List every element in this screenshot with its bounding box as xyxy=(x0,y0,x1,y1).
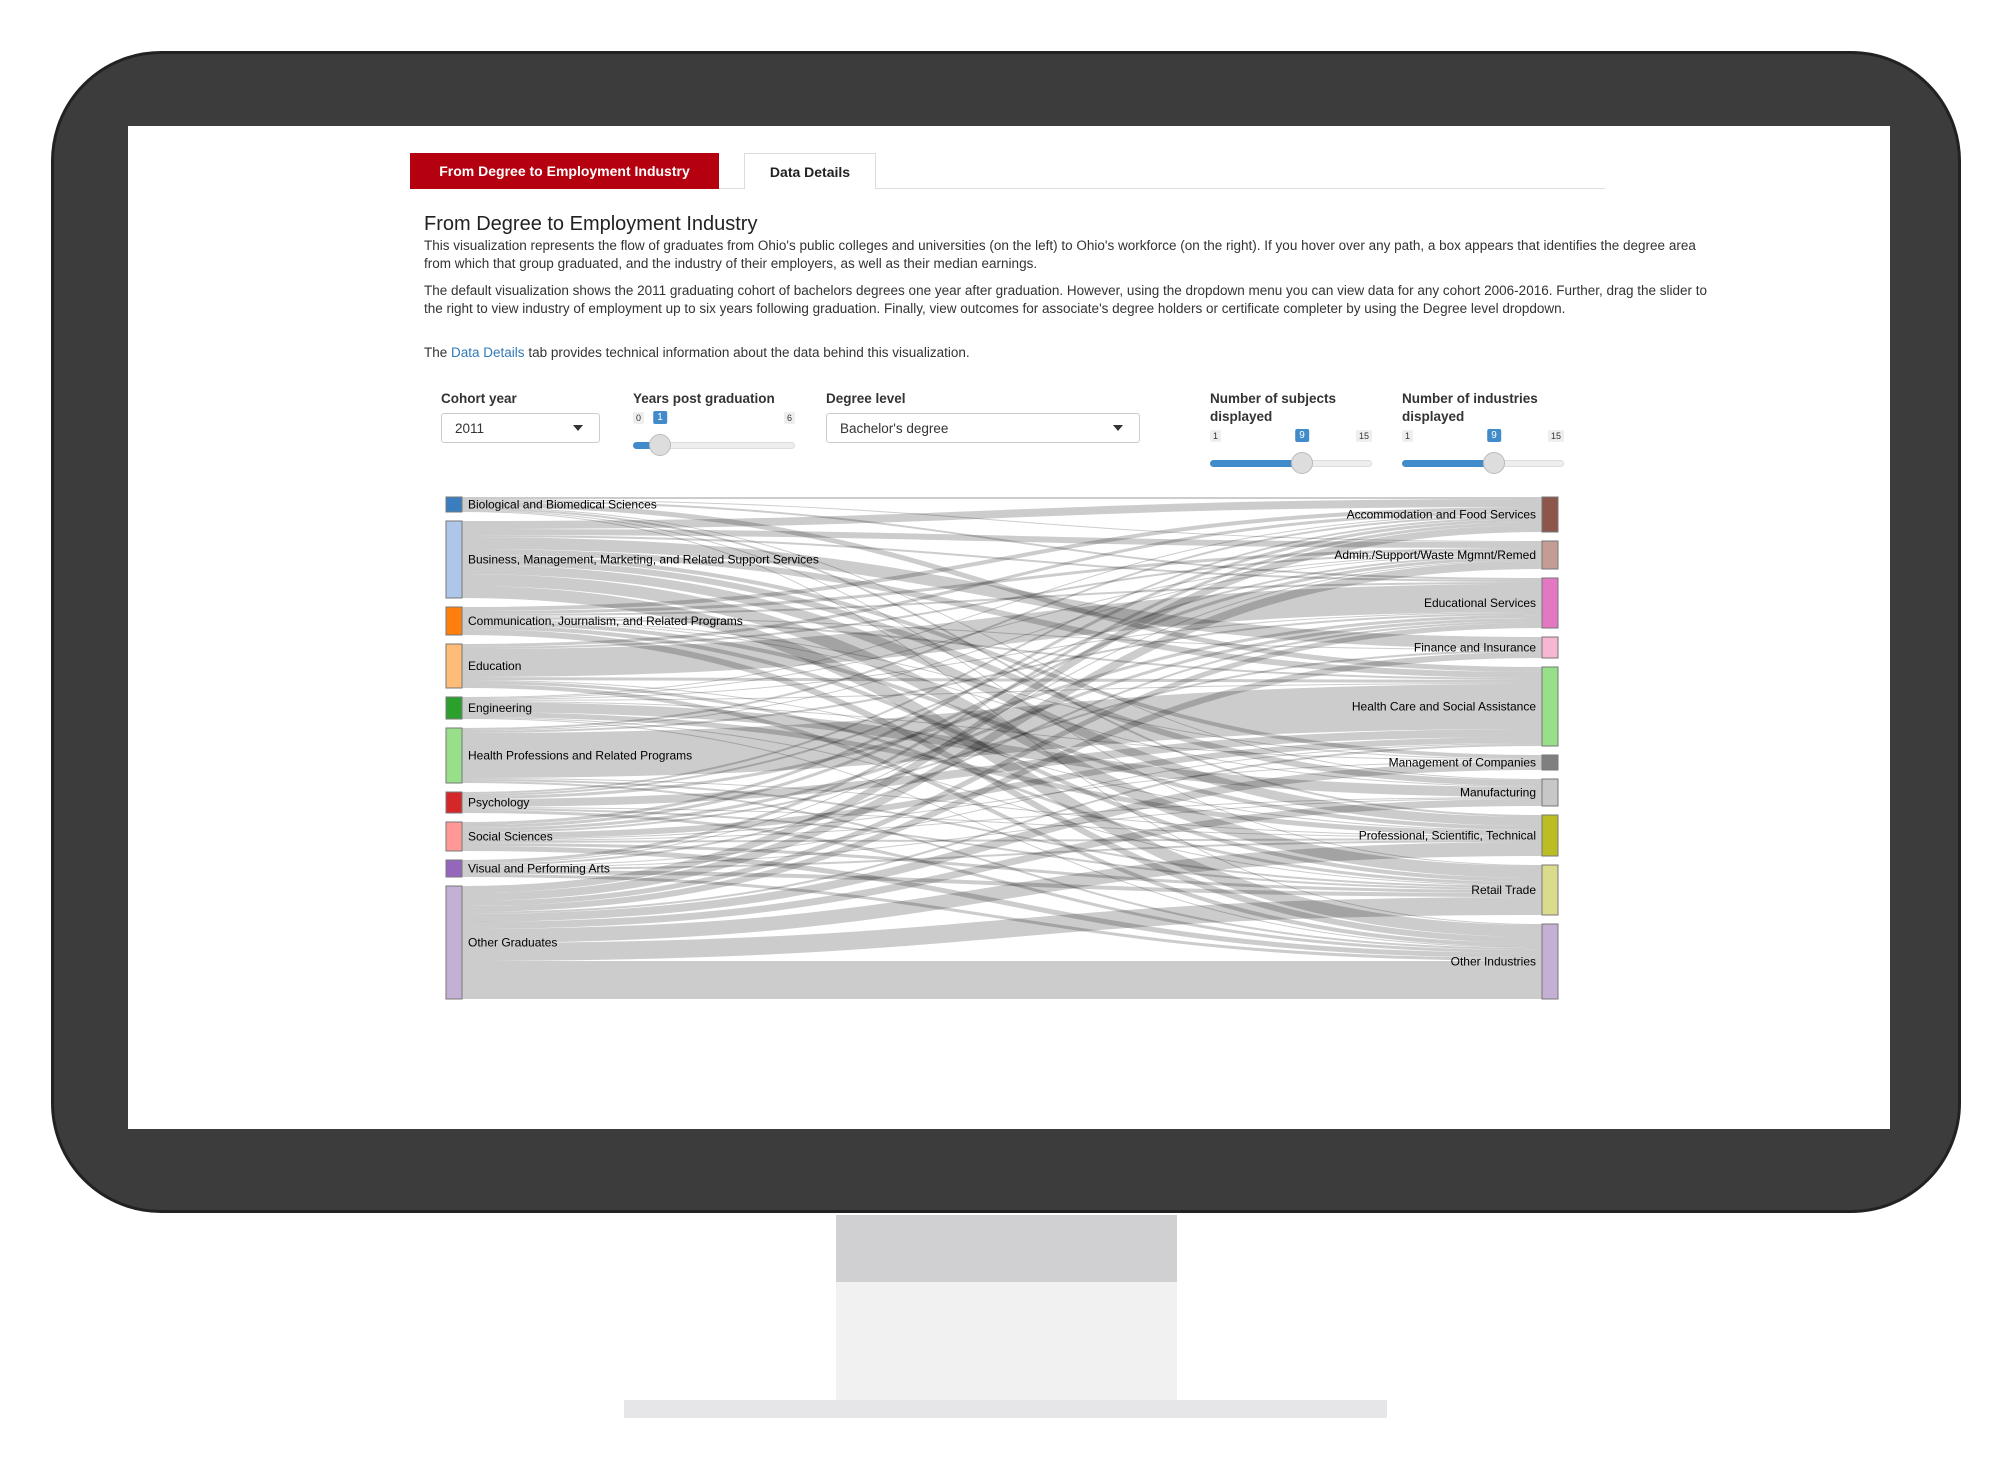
sankey-node[interactable] xyxy=(1541,577,1559,629)
sankey-node-label: Educational Services xyxy=(1424,596,1536,610)
sankey-node-label: Management of Companies xyxy=(1389,756,1536,770)
sankey-node[interactable] xyxy=(445,727,463,784)
sankey-node-label: Manufacturing xyxy=(1460,786,1536,800)
sankey-node[interactable] xyxy=(1541,540,1559,570)
monitor-stand-base xyxy=(624,1400,1387,1418)
sankey-node[interactable] xyxy=(1541,754,1559,771)
sankey-node-label: Admin./Support/Waste Mgmnt/Remed xyxy=(1334,548,1536,562)
sankey-node[interactable] xyxy=(445,821,463,852)
sankey-node-label: Business, Management, Marketing, and Rel… xyxy=(468,553,819,567)
sankey-node-label: Psychology xyxy=(468,796,529,810)
sankey-node-label: Biological and Biomedical Sciences xyxy=(468,498,657,512)
sankey-node[interactable] xyxy=(445,606,463,636)
sankey-node-label: Retail Trade xyxy=(1471,883,1536,897)
sankey-node-label: Other Graduates xyxy=(468,936,557,950)
sankey-node-label: Health Professions and Related Programs xyxy=(468,749,692,763)
sankey-node-label: Other Industries xyxy=(1451,955,1536,969)
monitor-stand xyxy=(836,1282,1177,1400)
sankey-node-label: Health Care and Social Assistance xyxy=(1352,700,1536,714)
sankey-node[interactable] xyxy=(1541,666,1559,747)
sankey-node-label: Education xyxy=(468,659,521,673)
sankey-node[interactable] xyxy=(445,496,463,513)
sankey-node-label: Engineering xyxy=(468,701,532,715)
sankey-node-label: Communication, Journalism, and Related P… xyxy=(468,614,743,628)
monitor-stand-neck xyxy=(836,1215,1177,1282)
sankey-node[interactable] xyxy=(1541,864,1559,916)
screen: From Degree to Employment Industry Data … xyxy=(128,126,1890,1129)
sankey-node[interactable] xyxy=(445,643,463,689)
sankey-node[interactable] xyxy=(445,859,463,878)
sankey-node[interactable] xyxy=(445,791,463,814)
sankey-node[interactable] xyxy=(445,696,463,720)
sankey-node[interactable] xyxy=(1541,923,1559,1000)
sankey-node-label: Accommodation and Food Services xyxy=(1347,508,1536,522)
sankey-node[interactable] xyxy=(445,885,463,1000)
sankey-chart: Biological and Biomedical Sciences Busine… xyxy=(445,496,1559,1000)
sankey-node[interactable] xyxy=(1541,778,1559,807)
sankey-node[interactable] xyxy=(1541,496,1559,533)
sankey-node-label: Visual and Performing Arts xyxy=(468,862,610,876)
sankey-link[interactable] xyxy=(461,677,1543,683)
sankey-node[interactable] xyxy=(1541,814,1559,857)
sankey-node-label: Finance and Insurance xyxy=(1414,641,1536,655)
sankey-node[interactable] xyxy=(445,520,463,599)
sankey-node-label: Social Sciences xyxy=(468,830,553,844)
sankey-node[interactable] xyxy=(1541,636,1559,659)
sankey-node-label: Professional, Scientific, Technical xyxy=(1359,829,1536,843)
